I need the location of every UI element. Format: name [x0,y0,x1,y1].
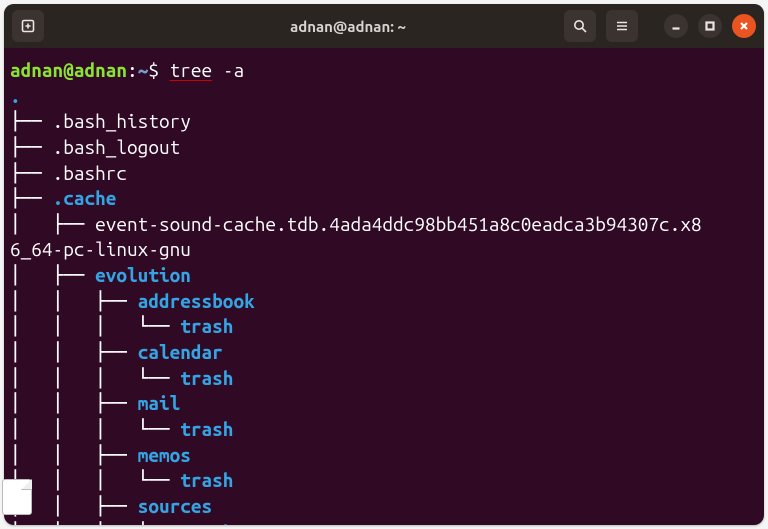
tree-line: │ │ ├── [10,392,138,414]
tree-dir: addressbook [138,290,255,312]
tree-line: │ ├── [10,264,95,286]
tree-dir: mail [138,392,181,414]
tree-line: │ │ ├── [10,341,138,363]
page-corner-icon [2,479,32,515]
tree-dir: trash [180,469,233,491]
menu-button[interactable] [606,10,638,42]
tree-dir: memos [138,444,191,466]
minimize-button[interactable] [664,14,688,38]
titlebar-right [564,10,756,42]
search-button[interactable] [564,10,596,42]
prompt-userhost: adnan@adnan [10,59,127,81]
close-button[interactable] [732,14,756,38]
tree-line-wrap: 6_64-pc-linux-gnu [10,238,191,260]
tree-line: │ │ │ └── [10,418,180,440]
tree-dir: trash [180,367,233,389]
terminal-body[interactable]: adnan@adnan:~$ tree -a . ├── .bash_histo… [4,48,764,525]
tree-dir: calendar [138,341,223,363]
terminal-window: adnan@adnan: ~ adnan@adnan:~$ tree -a . … [4,4,764,525]
tree-dir: .cache [53,187,117,209]
tree-line: │ │ │ └── [10,367,180,389]
tree-dir: sources [138,495,212,517]
tree-dir: evolution [95,264,191,286]
titlebar: adnan@adnan: ~ [4,4,764,48]
tree-dir: trash [180,315,233,337]
command-arg: -a [223,59,244,81]
tree-line: │ │ │ └── [10,315,180,337]
titlebar-left [12,10,132,42]
tree-line: ├── [10,187,53,209]
maximize-button[interactable] [698,14,722,38]
tree-line: │ │ ├── [10,444,138,466]
prompt-colon: : [127,59,138,81]
tree-line: ├── .bashrc [10,162,127,184]
tree-dir: trash [180,418,233,440]
prompt-dollar: $ [148,59,159,81]
window-title: adnan@adnan: ~ [132,18,564,35]
new-tab-button[interactable] [12,10,44,42]
command-name: tree [170,59,213,81]
tree-line: ├── .bash_logout [10,136,180,158]
prompt-path: ~ [138,59,149,81]
tree-line: │ │ │ └── [10,521,180,525]
tree-root-dot: . [10,85,21,107]
tree-line: │ │ │ └── [10,469,180,491]
tree-line: ├── .bash_history [10,110,191,132]
tree-dir: trash [180,521,233,525]
tree-line: │ │ ├── [10,290,138,312]
tree-line: │ ├── event-sound-cache.tdb.4ada4ddc98bb… [10,213,702,235]
